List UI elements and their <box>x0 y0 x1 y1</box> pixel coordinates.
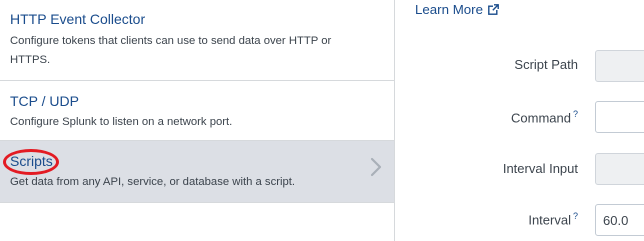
input-type-http-event-collector[interactable]: HTTP Event Collector Configure tokens th… <box>0 0 394 81</box>
command-help-icon[interactable]: ? <box>573 109 578 119</box>
input-type-title: TCP / UDP <box>10 93 79 109</box>
chevron-right-icon <box>370 157 382 177</box>
external-link-icon <box>488 4 499 15</box>
input-type-description: Get data from any API, service, or datab… <box>10 176 296 188</box>
learn-more-link[interactable]: Learn More <box>415 2 499 17</box>
input-type-tcp-udp[interactable]: TCP / UDP Configure Splunk to listen on … <box>0 81 394 141</box>
interval-input[interactable] <box>595 204 644 236</box>
input-type-description: Configure tokens that clients can use to… <box>10 35 332 66</box>
input-type-title: HTTP Event Collector <box>10 11 146 27</box>
interval-input-label: Interval Input <box>502 161 578 176</box>
interval-label: Interval? <box>528 211 578 228</box>
learn-more-label: Learn More <box>415 2 483 17</box>
input-type-title: Scripts <box>10 153 53 169</box>
input-type-scripts[interactable]: Scripts Get data from any API, service, … <box>0 141 394 203</box>
command-label: Command? <box>511 109 578 126</box>
script-path-label: Script Path <box>514 57 578 72</box>
scripts-config-panel: Learn More Script Path Command? Interval… <box>395 0 644 241</box>
command-input[interactable] <box>595 101 644 133</box>
interval-input-select[interactable] <box>595 153 644 185</box>
input-type-description: Configure Splunk to listen on a network … <box>10 116 233 128</box>
interval-help-icon[interactable]: ? <box>573 211 578 221</box>
input-type-list: HTTP Event Collector Configure tokens th… <box>0 0 395 241</box>
script-path-input[interactable] <box>595 50 644 82</box>
